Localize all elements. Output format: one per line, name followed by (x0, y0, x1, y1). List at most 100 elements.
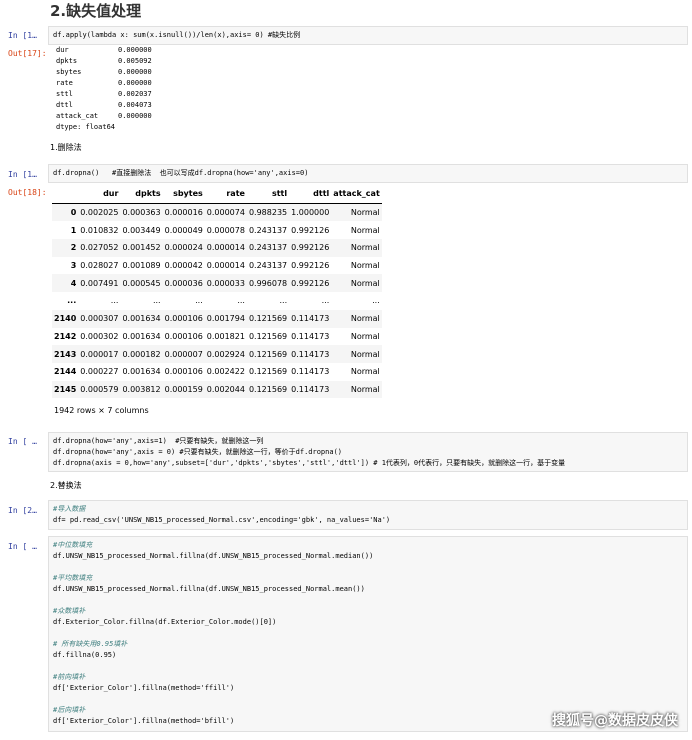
table-cell: 0.000106 (164, 367, 203, 377)
table-cell: Normal (350, 261, 380, 271)
series-key: dur (56, 46, 69, 54)
table-cell: 0.000014 (206, 243, 245, 253)
cell-2-output-prompt: Out[18]: (8, 188, 47, 197)
table-cell: 0.000036 (164, 278, 203, 288)
series-value: 0.000000 (118, 79, 152, 87)
series-row: dpkts 0.005092 (56, 56, 152, 67)
table-cell: 1.000000 (291, 208, 330, 218)
table-row: 0 0.002025 0.000363 0.000016 0.000074 0.98823… (52, 203, 382, 222)
cell-2-input-prompt: In [1… (8, 170, 37, 179)
series-key: attack_cat (56, 112, 99, 120)
code-line: df.apply(lambda x: sum(x.isnull())/len(x… (53, 31, 301, 39)
table-cell: ... (195, 296, 203, 306)
table-cell: Normal (350, 225, 380, 235)
cell-1-series-output: dur 0.000000 dpkts 0.005092 sbytes 0.000000 ra… (56, 45, 152, 133)
table-cell: Normal (350, 278, 380, 288)
table-cell: 0.003449 (122, 225, 161, 235)
table-cell: 0.996078 (248, 278, 288, 288)
cell-3-code[interactable]: df.dropna(how='any',axis=1) #只要有缺失，就删除这一… (48, 432, 688, 472)
cell-2-code[interactable]: df.dropna() #直接删除法 也可以写成df.dropna(how='a… (48, 164, 688, 183)
series-key: sttl (56, 90, 73, 98)
series-value: 0.005092 (118, 57, 152, 65)
series-row: attack_cat 0.000000 (56, 111, 152, 122)
table-cell: 0.114173 (291, 349, 330, 359)
table-cell: 0.000302 (80, 331, 119, 341)
table-cell: 0.121569 (248, 384, 288, 394)
row-index: 2 (70, 243, 77, 253)
table-cell: 0.007491 (80, 278, 119, 288)
column-header: attack_cat (331, 185, 382, 204)
table-row: ........................ (52, 292, 382, 310)
table-cell: 0.002422 (206, 367, 245, 377)
cell-1-input-prompt: In [1… (8, 31, 37, 40)
series-key: rate (56, 79, 73, 87)
table-cell: 0.001821 (206, 331, 245, 341)
series-dtype: dtype: float64 (56, 123, 116, 131)
table-cell: 0.000363 (122, 208, 161, 218)
code-line: df.dropna(how='any',axis=1) #只要有缺失，就删除这一… (53, 437, 264, 445)
table-cell: 0.992126 (291, 278, 330, 288)
code-line: df.Exterior_Color.fillna(df.Exterior_Col… (53, 618, 277, 626)
table-cell: 0.121569 (248, 314, 288, 324)
table-cell: 0.121569 (248, 349, 288, 359)
table-cell: Normal (350, 367, 380, 377)
code-line: df.UNSW_NB15_processed_Normal.fillna(df.… (53, 552, 374, 560)
series-row: sttl 0.002037 (56, 89, 152, 100)
table-cell: ... (110, 296, 119, 306)
table-cell: 0.010832 (80, 225, 119, 235)
table-cell: Normal (350, 208, 380, 218)
dataframe-shape: 1942 rows × 7 columns (54, 406, 149, 415)
series-key: dttl (56, 101, 73, 109)
code-line: #平均数填充 (53, 574, 93, 582)
cell-5-code[interactable]: #中位数填充 df.UNSW_NB15_processed_Normal.fill… (48, 536, 688, 732)
series-row: dttl 0.004073 (56, 100, 152, 111)
column-header: dttl (289, 185, 332, 204)
table-row: 3 0.028027 0.001089 0.000042 0.000014 0.24313… (52, 257, 382, 275)
markdown-replace-method: 2.替换法 (50, 481, 82, 490)
code-line: # 所有缺失用0.95填补 (53, 640, 128, 648)
dataframe-table: dur dpkts sbytes rate sttl dttl attack_cat 0 0.… (52, 185, 382, 399)
column-header: rate (204, 185, 247, 204)
cell-1-code[interactable]: df.apply(lambda x: sum(x.isnull())/len(x… (48, 26, 688, 45)
table-cell: 0.000042 (164, 261, 203, 271)
table-cell: 0.988235 (248, 208, 288, 218)
table-cell: 0.000017 (80, 349, 119, 359)
row-index: 2145 (54, 384, 77, 394)
table-cell: 0.000074 (206, 208, 245, 218)
table-cell: Normal (350, 349, 380, 359)
table-cell: Normal (350, 384, 380, 394)
table-cell: 0.000159 (164, 384, 203, 394)
table-cell: 0.000106 (164, 314, 203, 324)
series-row: rate 0.000000 (56, 78, 152, 89)
column-header: dpkts (120, 185, 163, 204)
table-header-row: dur dpkts sbytes rate sttl dttl attack_cat (52, 185, 382, 204)
table-cell: 0.001089 (122, 261, 161, 271)
series-row: dur 0.000000 (56, 45, 152, 56)
table-cell: 0.243137 (248, 261, 288, 271)
table-cell: 0.000007 (164, 349, 203, 359)
table-cell: 0.001794 (206, 314, 245, 324)
row-index: 2143 (54, 349, 77, 359)
row-index: 4 (70, 278, 77, 288)
code-line: df['Exterior_Color'].fillna(method='ffil… (53, 684, 235, 692)
table-row: 2140 0.000307 0.001634 0.000106 0.001794 0.12… (52, 309, 382, 328)
row-index: 1 (70, 225, 77, 235)
cell-3-input-prompt: In [ … (8, 437, 37, 446)
cell-4-code[interactable]: #导入数据 df= pd.read_csv('UNSW_NB15_processe… (48, 500, 688, 530)
cell-5-input-prompt: In [ … (8, 542, 37, 551)
series-key: sbytes (56, 68, 82, 76)
table-cell: 0.243137 (248, 243, 288, 253)
table-cell: ... (152, 296, 161, 306)
code-line: #前向填补 (53, 673, 86, 681)
table-cell: 0.002924 (206, 349, 245, 359)
row-index: ... (67, 296, 77, 306)
table-row: 2143 0.000017 0.000182 0.000007 0.002924 0.12… (52, 345, 382, 363)
code-line: df.dropna() #直接删除法 也可以写成df.dropna(how='a… (53, 169, 309, 177)
series-value: 0.000000 (118, 46, 152, 54)
table-row: 2145 0.000579 0.003812 0.000159 0.002044 0.12… (52, 380, 382, 399)
table-cell: 0.000024 (164, 243, 203, 253)
table-cell: 0.000033 (206, 278, 245, 288)
table-cell: 0.027052 (80, 243, 119, 253)
